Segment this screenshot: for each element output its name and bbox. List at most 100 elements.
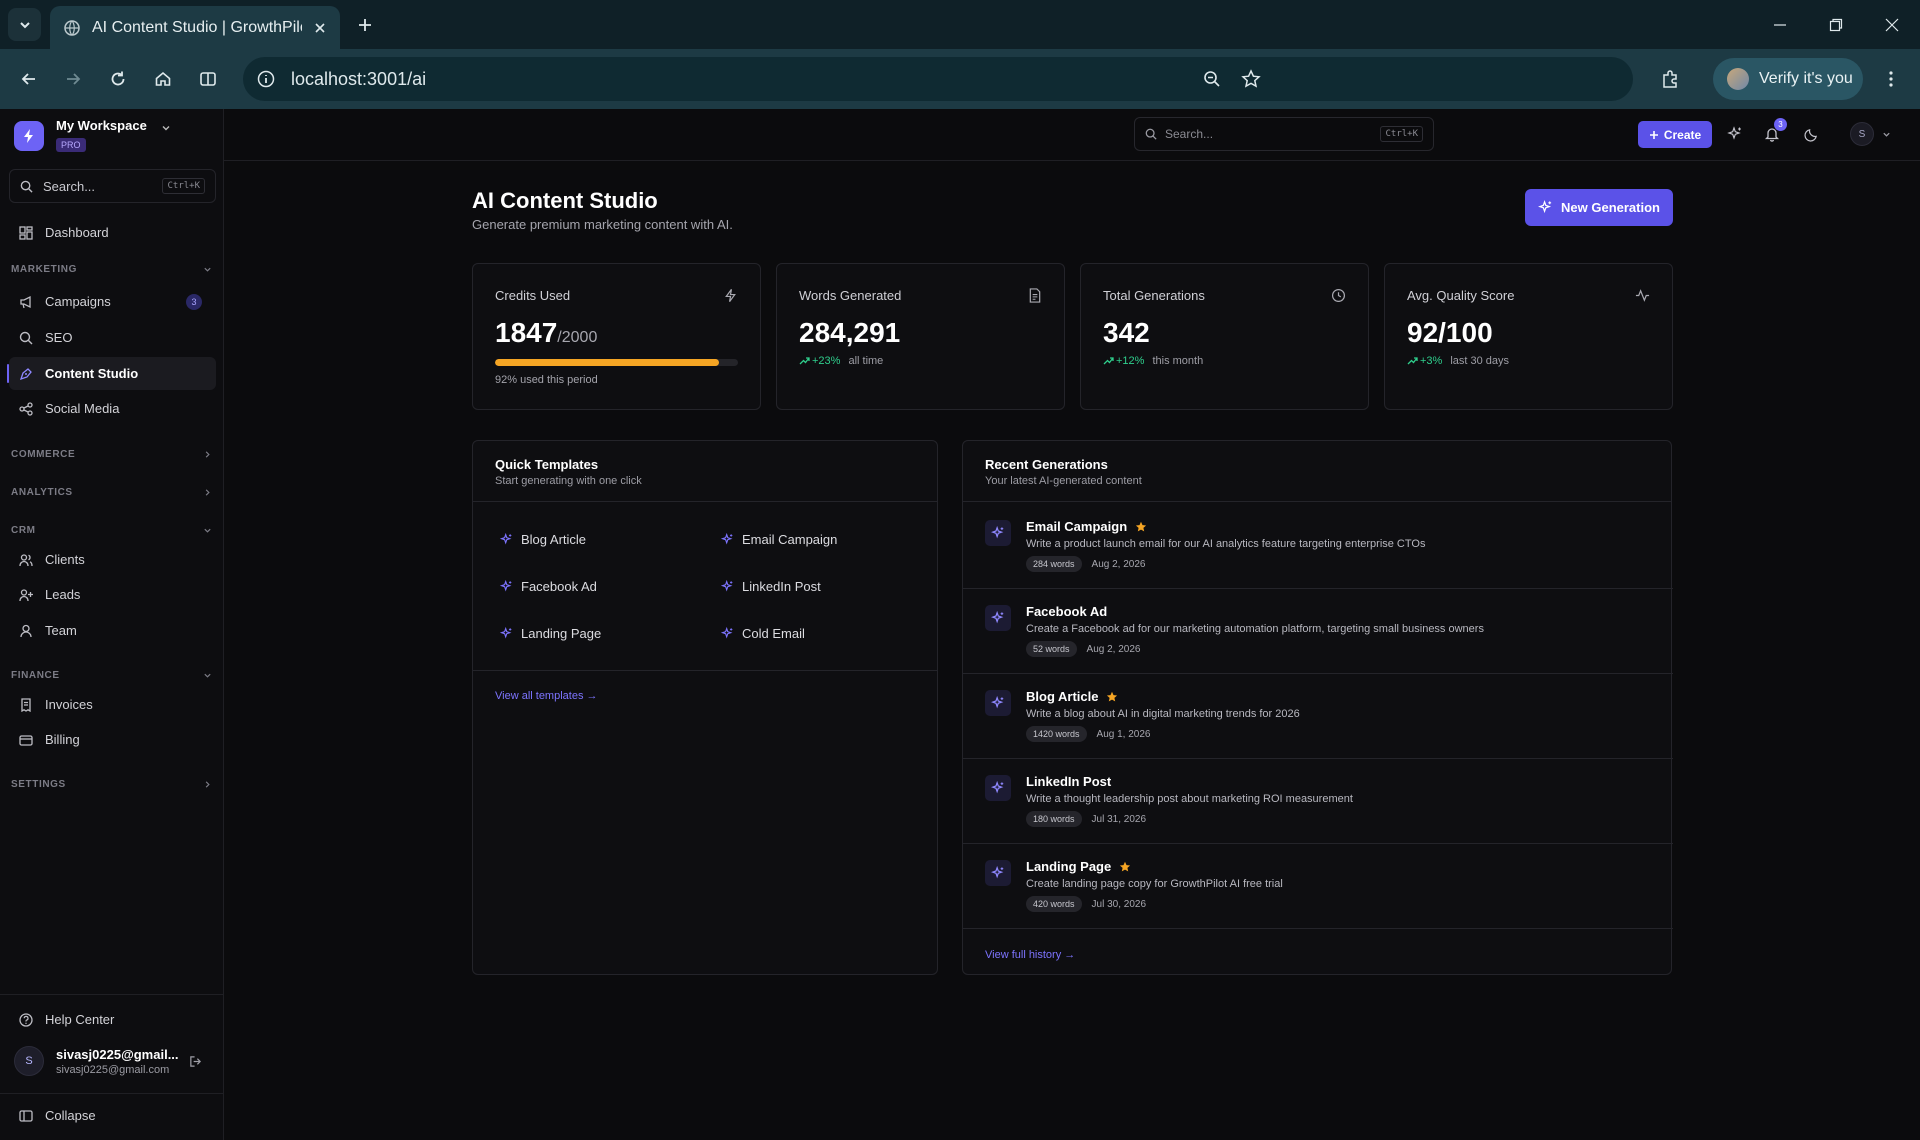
section-finance[interactable]: FINANCE <box>11 670 212 681</box>
sidebar-item-clients[interactable]: Clients <box>9 543 216 576</box>
stat-card-credits: Credits Used 1847/2000 92% used this per… <box>472 263 761 410</box>
star-icon[interactable] <box>1119 861 1131 873</box>
view-full-history-link[interactable]: View full history → <box>985 949 1075 961</box>
user-profile[interactable]: S sivasj0225@gmail... sivasj0225@gmail.c… <box>14 1046 179 1076</box>
sidebar-item-campaigns[interactable]: Campaigns 3 <box>9 285 216 318</box>
generation-title-row: Facebook Ad <box>1026 604 1484 619</box>
restore-button[interactable] <box>1808 0 1864 49</box>
stat-card-quality: Avg. Quality Score 92/100 +3% last 30 da… <box>1384 263 1673 410</box>
minimize-button[interactable] <box>1752 0 1808 49</box>
template-blog-article[interactable]: Blog Article <box>500 532 586 547</box>
browser-tab-active[interactable]: AI Content Studio | GrowthPilot <box>50 6 340 49</box>
credits-total: /2000 <box>557 329 598 346</box>
stat-value: 284,291 <box>799 317 901 348</box>
star-icon[interactable] <box>1135 521 1147 533</box>
generation-row[interactable]: LinkedIn Post Write a thought leadership … <box>963 759 1673 844</box>
create-button[interactable]: Create <box>1638 121 1712 148</box>
sidebar-item-social-media[interactable]: Social Media <box>9 392 216 425</box>
logout-icon[interactable] <box>189 1055 202 1068</box>
plan-badge: PRO <box>56 138 86 152</box>
generation-title: Blog Article <box>1026 689 1099 704</box>
divider <box>0 1093 224 1094</box>
template-cold-email[interactable]: Cold Email <box>721 626 805 641</box>
browser-menu-button[interactable] <box>1876 64 1906 94</box>
verify-profile-button[interactable]: Verify it's you <box>1713 58 1863 100</box>
back-button[interactable] <box>14 64 44 94</box>
template-linkedin-post[interactable]: LinkedIn Post <box>721 579 821 594</box>
sidebar-item-team[interactable]: Team <box>9 614 216 647</box>
generation-date: Jul 31, 2026 <box>1091 813 1147 825</box>
sidebar-item-billing[interactable]: Billing <box>9 723 216 756</box>
stat-value: 1847/2000 <box>495 317 738 349</box>
section-settings[interactable]: SETTINGS <box>11 779 212 790</box>
split-view-button[interactable] <box>193 64 223 94</box>
sidebar-item-seo[interactable]: SEO <box>9 321 216 354</box>
generation-date: Aug 2, 2026 <box>1091 558 1146 570</box>
stat-label: Credits Used <box>495 288 571 303</box>
template-landing-page[interactable]: Landing Page <box>500 626 601 641</box>
home-button[interactable] <box>148 64 178 94</box>
new-tab-button[interactable] <box>352 12 378 38</box>
generation-row[interactable]: Landing Page Create landing page copy for… <box>963 844 1673 929</box>
bookmark-star-icon[interactable] <box>1241 69 1261 89</box>
chevron-down-icon <box>204 528 211 533</box>
profile-avatar-icon <box>1727 68 1749 90</box>
moon-icon <box>1803 128 1817 142</box>
template-label: Facebook Ad <box>521 579 597 594</box>
sidebar-item-dashboard[interactable]: Dashboard <box>9 216 216 249</box>
section-label: CRM <box>11 525 36 536</box>
sparkles-icon <box>985 520 1011 546</box>
close-window-button[interactable] <box>1864 0 1920 49</box>
template-email-campaign[interactable]: Email Campaign <box>721 532 837 547</box>
new-generation-button[interactable]: New Generation <box>1525 189 1673 226</box>
zoom-icon[interactable] <box>1203 70 1221 88</box>
workspace-logo-icon <box>14 121 44 151</box>
sparkles-icon <box>1727 126 1741 140</box>
generation-title: Facebook Ad <box>1026 604 1108 619</box>
share-icon <box>19 401 33 416</box>
extensions-button[interactable] <box>1655 64 1685 94</box>
receipt-icon <box>21 697 31 712</box>
notifications-button[interactable]: 3 <box>1761 118 1787 145</box>
user-avatar-menu[interactable]: S <box>1850 122 1874 146</box>
section-label: MARKETING <box>11 264 77 275</box>
panel-subtitle: Start generating with one click <box>495 475 642 487</box>
section-marketing[interactable]: MARKETING <box>11 264 212 275</box>
sidebar-item-leads[interactable]: Leads <box>9 578 216 611</box>
theme-toggle-button[interactable] <box>1800 123 1822 145</box>
sidebar-item-label: Invoices <box>45 697 93 712</box>
section-commerce[interactable]: COMMERCE <box>11 449 212 460</box>
star-icon[interactable] <box>1106 691 1118 703</box>
trend-up: +3% <box>1407 355 1442 367</box>
sidebar-item-content-studio[interactable]: Content Studio <box>7 357 216 390</box>
browser-toolbar: localhost:3001/ai Verify it's you <box>0 49 1920 109</box>
address-bar[interactable]: localhost:3001/ai <box>243 57 1633 101</box>
browser-tabbar: AI Content Studio | GrowthPilot <box>0 0 1920 49</box>
verify-label: Verify it's you <box>1759 70 1853 87</box>
sidebar-item-label: SEO <box>45 330 73 345</box>
sidebar-item-invoices[interactable]: Invoices <box>9 688 216 721</box>
panel-title: Recent Generations <box>985 457 1108 472</box>
reload-button[interactable] <box>103 64 133 94</box>
section-crm[interactable]: CRM <box>11 525 212 536</box>
tab-search-button[interactable] <box>8 8 41 41</box>
generation-row[interactable]: Blog Article Write a blog about AI in dig… <box>963 674 1673 759</box>
global-search-input[interactable]: Search... Ctrl+K <box>1134 117 1434 151</box>
ai-sparkles-button[interactable] <box>1724 123 1746 145</box>
section-label: COMMERCE <box>11 449 76 460</box>
template-facebook-ad[interactable]: Facebook Ad <box>500 579 597 594</box>
view-all-templates-link[interactable]: View all templates → <box>495 690 598 702</box>
template-label: LinkedIn Post <box>742 579 821 594</box>
workspace-switcher[interactable]: My Workspace PRO <box>14 117 171 153</box>
sidebar-search[interactable]: Search... Ctrl+K <box>9 169 216 203</box>
section-analytics[interactable]: ANALYTICS <box>11 487 212 498</box>
forward-button[interactable] <box>58 64 88 94</box>
app-root: My Workspace PRO Search... Ctrl+K Dashbo… <box>0 109 1920 1140</box>
tab-close-icon[interactable] <box>314 22 326 34</box>
chevron-down-icon[interactable] <box>1882 130 1891 139</box>
sidebar-item-help-center[interactable]: Help Center <box>9 1003 216 1036</box>
sidebar-collapse-button[interactable]: Collapse <box>9 1099 216 1132</box>
generation-row[interactable]: Email Campaign Write a product launch ema… <box>963 504 1673 589</box>
url-text: localhost:3001/ai <box>291 68 427 89</box>
generation-row[interactable]: Facebook Ad Create a Facebook ad for our … <box>963 589 1673 674</box>
